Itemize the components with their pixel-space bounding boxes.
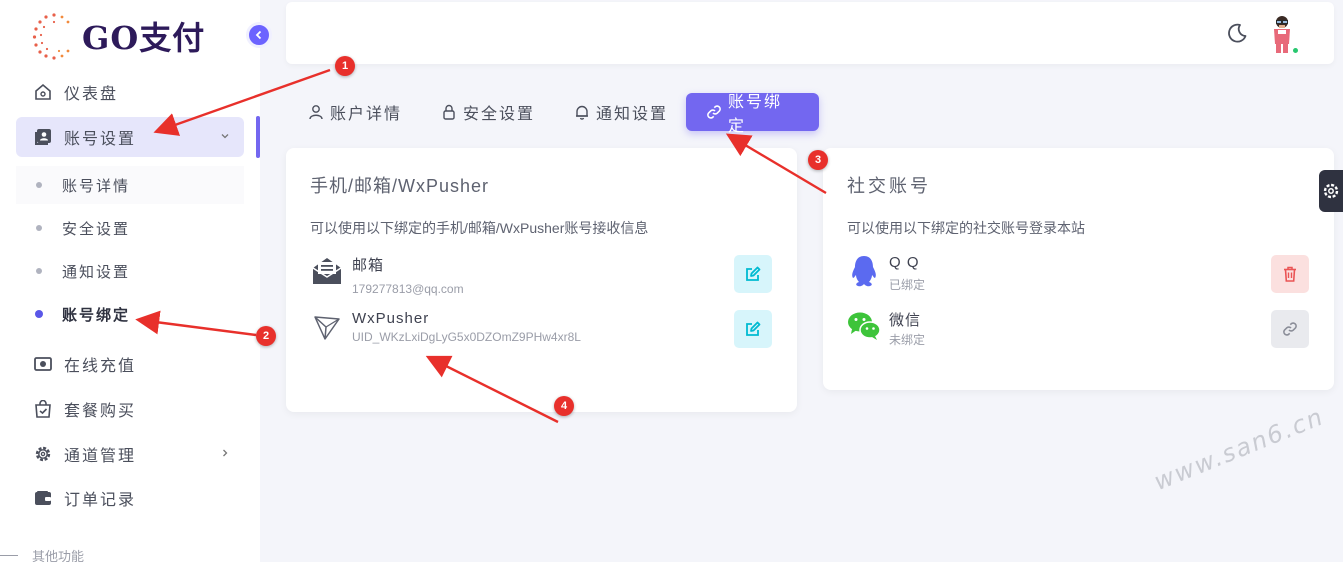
sidebar-subitem-label: 安全设置 (62, 220, 131, 238)
bullet-icon (36, 225, 42, 231)
gear-icon (1323, 183, 1339, 199)
wallet-icon (34, 489, 52, 507)
sidebar-subitem-label: 账号详情 (62, 177, 131, 195)
binding-name: Q Q (889, 254, 920, 271)
shopping-bag-icon (34, 400, 52, 418)
sidebar-item-label: 账号设置 (64, 131, 137, 148)
unbind-qq-button[interactable] (1271, 255, 1309, 293)
annotation-badge-2: 2 (256, 326, 276, 346)
home-icon (34, 83, 52, 101)
binding-value: 179277813@qq.com (352, 282, 464, 296)
annotation-badge-3: 3 (808, 150, 828, 170)
user-icon (308, 104, 324, 120)
tab-security[interactable]: 安全设置 (421, 93, 555, 131)
binding-row-qq: Q Q 已绑定 (847, 254, 1310, 294)
gear-icon (34, 445, 52, 463)
sidebar-item-packages[interactable]: 套餐购买 (16, 389, 244, 429)
sidebar-item-label: 在线充值 (64, 358, 137, 375)
logo-ring-icon (32, 13, 70, 60)
tab-account-details[interactable]: 账户详情 (288, 93, 422, 131)
link-icon (706, 104, 722, 120)
card-description: 可以使用以下绑定的社交账号登录本站 (847, 220, 1085, 236)
sidebar-item-channels[interactable]: 通道管理 (16, 434, 244, 474)
social-account-card: 社交账号 可以使用以下绑定的社交账号登录本站 Q Q 已绑定 微信 未绑定 (823, 148, 1334, 390)
trash-icon (1284, 266, 1296, 282)
wechat-icon (847, 309, 881, 343)
tab-label: 账户详情 (330, 106, 403, 123)
bullet-icon (36, 182, 42, 188)
paper-plane-icon (310, 310, 344, 344)
binding-row-wechat: 微信 未绑定 (847, 309, 1310, 349)
tab-label: 通知设置 (596, 106, 669, 123)
sidebar-subitem-account-details[interactable]: 账号详情 (16, 166, 244, 204)
tab-label: 账号绑定 (728, 94, 783, 135)
sidebar-item-account-settings[interactable]: 账号设置 (16, 117, 244, 157)
logo-text: GO支付 (82, 19, 206, 57)
sidebar-item-label: 订单记录 (64, 492, 137, 509)
binding-name: 邮箱 (352, 257, 385, 274)
tab-notifications[interactable]: 通知设置 (554, 93, 688, 131)
sidebar-item-dashboard[interactable]: 仪表盘 (16, 72, 244, 112)
sidebar-collapse-button[interactable] (246, 22, 272, 48)
bullet-icon (35, 310, 43, 318)
bell-icon (574, 104, 590, 120)
contact-binding-card: 手机/邮箱/WxPusher 可以使用以下绑定的手机/邮箱/WxPusher账号… (286, 148, 797, 412)
binding-status: 未绑定 (889, 333, 926, 347)
sidebar-item-orders[interactable]: 订单记录 (16, 478, 244, 518)
card-title: 社交账号 (847, 176, 931, 196)
sidebar-subitem-notifications[interactable]: 通知设置 (16, 252, 244, 290)
watermark: www.san6.cn (1150, 402, 1329, 496)
chevron-down-icon (220, 130, 230, 144)
sidebar-item-label: 仪表盘 (64, 86, 119, 103)
logo[interactable]: GO支付 (32, 8, 205, 64)
edit-icon (746, 266, 761, 281)
sidebar-item-recharge[interactable]: 在线充值 (16, 344, 244, 384)
sidebar: GO支付 仪表盘 账号设置 账号详情 安全设置 通知设置 账号绑定 在线充值 套… (0, 0, 272, 562)
sidebar-item-label: 套餐购买 (64, 403, 137, 420)
mail-icon (310, 254, 344, 288)
user-card-icon (34, 128, 52, 146)
bind-wechat-button[interactable] (1271, 310, 1309, 348)
binding-row-email: 邮箱 179277813@qq.com (310, 254, 773, 300)
cash-icon (34, 355, 52, 373)
theme-customizer-toggle[interactable] (1319, 170, 1343, 212)
sidebar-subitem-account-binding[interactable]: 账号绑定 (16, 295, 244, 333)
section-divider (0, 555, 18, 556)
online-status-indicator (1291, 46, 1300, 55)
annotation-badge-1: 1 (335, 56, 355, 76)
moon-icon[interactable] (1226, 22, 1248, 49)
binding-name: 微信 (889, 312, 922, 329)
sidebar-item-label: 通道管理 (64, 448, 137, 465)
sidebar-subitem-label: 账号绑定 (62, 306, 131, 324)
tab-label: 安全设置 (463, 106, 536, 123)
edit-wxpusher-button[interactable] (734, 310, 772, 348)
bullet-icon (36, 268, 42, 274)
annotation-badge-4: 4 (554, 396, 574, 416)
binding-row-wxpusher: WxPusher UID_WKzLxiDgLyG5x0DZOmZ9PHw4xr8… (310, 310, 773, 380)
binding-name: WxPusher (352, 310, 430, 327)
chevron-right-icon (220, 447, 230, 461)
qq-icon (847, 254, 881, 288)
sidebar-subitem-label: 通知设置 (62, 263, 131, 281)
edit-email-button[interactable] (734, 255, 772, 293)
chevron-left-icon (255, 30, 262, 40)
edit-icon (746, 321, 761, 336)
tab-account-binding[interactable]: 账号绑定 (686, 93, 819, 135)
active-indicator (256, 116, 260, 158)
binding-value: UID_WKzLxiDgLyG5x0DZOmZ9PHw4xr8L (352, 330, 581, 344)
card-title: 手机/邮箱/WxPusher (310, 176, 490, 196)
top-navbar (286, 2, 1334, 64)
lock-icon (441, 104, 457, 120)
sidebar-subitem-security[interactable]: 安全设置 (16, 209, 244, 247)
sidebar-section-label: 其他功能 (0, 546, 84, 562)
link-icon (1283, 322, 1297, 336)
card-description: 可以使用以下绑定的手机/邮箱/WxPusher账号接收信息 (310, 220, 649, 236)
binding-status: 已绑定 (889, 278, 926, 292)
